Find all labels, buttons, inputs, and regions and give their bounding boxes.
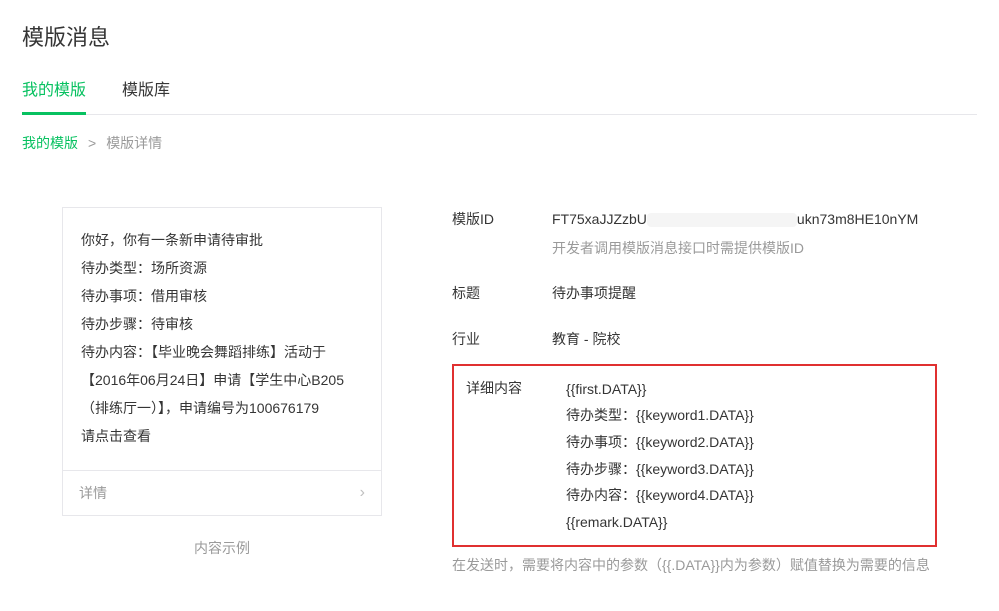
preview-footer-label: 详情 bbox=[79, 483, 107, 503]
breadcrumb-root[interactable]: 我的模版 bbox=[22, 133, 78, 153]
label-detail-content: 详细内容 bbox=[466, 376, 566, 536]
value-detail-content: {{first.DATA}} 待办类型：{{keyword1.DATA}} 待办… bbox=[566, 376, 923, 536]
preview-card: 你好，你有一条新申请待审批 待办类型：场所资源 待办事项：借用审核 待办步骤：待… bbox=[62, 207, 382, 516]
value-template-id-prefix: FT75xaJJZzbU bbox=[552, 211, 647, 227]
template-id-obscured bbox=[647, 213, 797, 227]
preview-line-content: 待办内容：【毕业晚会舞蹈排练】活动于【2016年06月24日】申请【学生中心B2… bbox=[81, 338, 363, 422]
value-industry: 教育 - 院校 bbox=[552, 327, 937, 352]
preview-line-action: 请点击查看 bbox=[81, 422, 363, 450]
breadcrumb: 我的模版 > 模版详情 bbox=[0, 115, 999, 171]
page-title: 模版消息 bbox=[22, 20, 977, 52]
label-template-id: 模版ID bbox=[452, 207, 552, 261]
chevron-right-icon: › bbox=[360, 485, 365, 501]
detail-line-remark: {{remark.DATA}} bbox=[566, 509, 923, 536]
detail-line-keyword3: 待办步骤：{{keyword3.DATA}} bbox=[566, 456, 923, 483]
row-title: 标题 待办事项提醒 bbox=[452, 281, 937, 306]
breadcrumb-current: 模版详情 bbox=[106, 133, 162, 153]
detail-line-keyword4: 待办内容：{{keyword4.DATA}} bbox=[566, 482, 923, 509]
note-template-id: 开发者调用模版消息接口时需提供模版ID bbox=[552, 236, 937, 261]
detail-line-keyword2: 待办事项：{{keyword2.DATA}} bbox=[566, 429, 923, 456]
preview-detail-link[interactable]: 详情 › bbox=[63, 470, 381, 515]
row-template-id: 模版ID FT75xaJJZzbU ukn73m8HE10nYM 开发者调用模版消… bbox=[452, 207, 937, 261]
example-label: 内容示例 bbox=[62, 538, 382, 558]
value-title: 待办事项提醒 bbox=[552, 281, 937, 306]
row-industry: 行业 教育 - 院校 bbox=[452, 327, 937, 352]
row-detail-content: 详细内容 {{first.DATA}} 待办类型：{{keyword1.DATA… bbox=[466, 376, 923, 536]
tab-my-templates[interactable]: 我的模版 bbox=[22, 76, 86, 114]
preview-line-type: 待办类型：场所资源 bbox=[81, 254, 363, 282]
value-template-id-suffix: ukn73m8HE10nYM bbox=[797, 211, 918, 227]
tab-template-library[interactable]: 模版库 bbox=[122, 76, 170, 114]
label-title: 标题 bbox=[452, 281, 552, 306]
detail-footer-note: 在发送时，需要将内容中的参数（{{.DATA}}内为参数）赋值替换为需要的信息 bbox=[452, 555, 937, 575]
detail-content-box: 详细内容 {{first.DATA}} 待办类型：{{keyword1.DATA… bbox=[452, 364, 937, 548]
label-industry: 行业 bbox=[452, 327, 552, 352]
preview-body: 你好，你有一条新申请待审批 待办类型：场所资源 待办事项：借用审核 待办步骤：待… bbox=[63, 208, 381, 470]
breadcrumb-separator: > bbox=[88, 135, 96, 151]
detail-line-keyword1: 待办类型：{{keyword1.DATA}} bbox=[566, 402, 923, 429]
tabs: 我的模版 模版库 bbox=[22, 76, 977, 115]
detail-line-first: {{first.DATA}} bbox=[566, 376, 923, 403]
preview-greeting: 你好，你有一条新申请待审批 bbox=[81, 226, 363, 254]
preview-line-step: 待办步骤：待审核 bbox=[81, 310, 363, 338]
preview-line-item: 待办事项：借用审核 bbox=[81, 282, 363, 310]
